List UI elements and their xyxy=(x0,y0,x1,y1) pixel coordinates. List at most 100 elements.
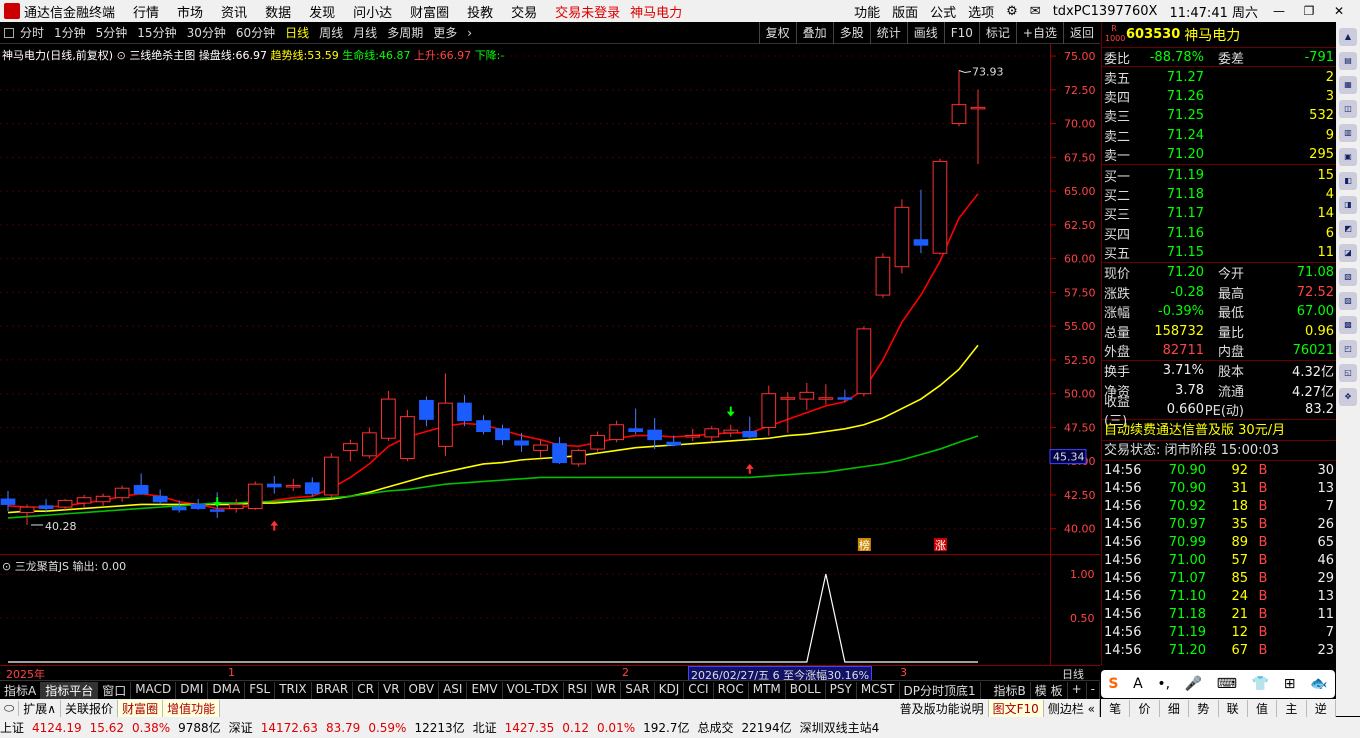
candle-body[interactable] xyxy=(856,328,872,395)
indicator-tab[interactable]: DMA xyxy=(208,681,246,699)
ime-voice-icon[interactable]: 🎤 xyxy=(1185,676,1202,692)
subtab-value[interactable]: 值 xyxy=(1248,699,1278,717)
period-daily[interactable]: 日线 xyxy=(285,24,309,41)
menu-item-formula[interactable]: 公式 xyxy=(930,2,956,21)
indicator-tab[interactable]: RSI xyxy=(564,681,593,699)
candle-body[interactable] xyxy=(647,429,663,441)
kline-chart-svg[interactable]: 75.00 72.50 70.00 67.50 65.00 62.50 60.00 57.50… xyxy=(0,44,1100,666)
message-icon[interactable]: ✉ xyxy=(1030,4,1041,19)
candle-body[interactable] xyxy=(381,398,396,439)
sidebar-tool-icon-5[interactable]: ▣ xyxy=(1339,148,1357,166)
subtab-price[interactable]: 价 xyxy=(1130,699,1160,717)
candle-body[interactable] xyxy=(913,239,929,246)
candle-body[interactable] xyxy=(323,456,339,496)
candle-body[interactable] xyxy=(19,506,35,514)
func-value-added[interactable]: 增值功能 xyxy=(163,699,221,717)
menu-item-education[interactable]: 投教 xyxy=(467,2,493,21)
candle-body[interactable] xyxy=(590,435,605,450)
candle-body[interactable] xyxy=(400,416,415,460)
indicator-tab[interactable]: SAR xyxy=(621,681,655,699)
indicator-tab[interactable]: 指标平台 xyxy=(41,681,99,699)
period-intraday[interactable]: 分时 xyxy=(20,24,44,41)
indicator-tab[interactable]: MACD xyxy=(131,681,177,699)
bid-row[interactable]: 买五 71.15 11 xyxy=(1102,243,1336,262)
candle-body[interactable] xyxy=(761,393,777,428)
menu-item-wealth-circle[interactable]: 财富圈 xyxy=(410,2,449,21)
candle-body[interactable] xyxy=(837,397,853,400)
bid-row[interactable]: 买四 71.16 6 xyxy=(1102,224,1336,243)
indicator-tab[interactable]: DP分时顶底1 xyxy=(900,681,981,699)
candle-body[interactable] xyxy=(438,402,453,447)
menu-item-trade[interactable]: 交易 xyxy=(511,2,537,21)
sidebar-tool-icon-6[interactable]: ◧ xyxy=(1339,172,1357,190)
candle-body[interactable] xyxy=(171,506,187,511)
ask-row[interactable]: 卖五 71.27 2 xyxy=(1102,67,1336,87)
bid-row[interactable]: 买三 71.17 14 xyxy=(1102,204,1336,223)
candle-body[interactable] xyxy=(0,498,16,505)
candle-body[interactable] xyxy=(970,106,986,110)
bid-row[interactable]: 买二 71.18 4 xyxy=(1102,185,1336,204)
candle-body[interactable] xyxy=(152,495,168,503)
indicator-tab[interactable]: MCST xyxy=(857,681,900,699)
period-weekly[interactable]: 周线 xyxy=(319,24,343,41)
period-monthly[interactable]: 月线 xyxy=(353,24,377,41)
tool-overlay[interactable]: 叠加 xyxy=(795,22,833,44)
subtab-main[interactable]: 主 xyxy=(1277,699,1307,717)
sidebar-tool-icon-14[interactable]: ◱ xyxy=(1339,364,1357,382)
tool-mark[interactable]: 标记 xyxy=(978,22,1016,44)
indicator-tab[interactable]: OBV xyxy=(405,681,440,699)
subtab-ticks[interactable]: 笔 xyxy=(1101,699,1131,717)
ask-row[interactable]: 卖一 71.20 295 xyxy=(1102,145,1336,164)
func-related-quote[interactable]: 关联报价 xyxy=(61,699,119,717)
toggle-switch-icon[interactable]: ⬭ xyxy=(0,700,20,716)
indicator-tab[interactable]: MTM xyxy=(749,681,786,699)
tool-f10[interactable]: F10 xyxy=(943,22,979,44)
indicator-tab[interactable]: 指标A xyxy=(0,681,42,699)
subscription-ad[interactable]: 自动续费通达信普及版 30元/月 xyxy=(1102,420,1336,442)
settings-icon[interactable]: ⚙ xyxy=(1006,4,1018,19)
subtab-reverse[interactable]: 逆 xyxy=(1307,699,1336,717)
menu-item-data[interactable]: 数据 xyxy=(265,2,291,21)
sidebar-tool-icon-12[interactable]: ▩ xyxy=(1339,316,1357,334)
candle-body[interactable] xyxy=(799,391,815,400)
ime-mascot-icon[interactable]: 🐟 xyxy=(1310,676,1327,692)
sidebar-tool-icon-1[interactable]: ▤ xyxy=(1339,52,1357,70)
ime-punct-icon[interactable]: •, xyxy=(1157,676,1170,692)
sidebar-tool-icon-13[interactable]: ◰ xyxy=(1339,340,1357,358)
subtab-related[interactable]: 联 xyxy=(1219,699,1248,717)
sub-indicator-name[interactable]: 三龙聚首JS xyxy=(15,560,69,573)
candle-body[interactable] xyxy=(76,497,92,504)
candle-body[interactable] xyxy=(247,483,263,509)
indicator-settings-icon[interactable]: ⊙ xyxy=(117,49,126,62)
candle-body[interactable] xyxy=(495,428,510,441)
sidebar-tool-icon-8[interactable]: ◩ xyxy=(1339,220,1357,238)
tick-list[interactable]: 14:56 70.90 92 B 30 14:56 70.90 31 B 13 14:56 70.92… xyxy=(1102,461,1336,659)
ime-lang-icon[interactable]: A xyxy=(1133,676,1143,692)
sidebar-tool-icon-9[interactable]: ◪ xyxy=(1339,244,1357,262)
candle-body[interactable] xyxy=(209,509,225,512)
indicator-name[interactable]: 三线绝杀主图 xyxy=(129,49,195,62)
candle-body[interactable] xyxy=(514,440,529,446)
candle-body[interactable] xyxy=(818,397,834,400)
ime-keyboard-icon[interactable]: ⌨ xyxy=(1217,676,1237,692)
indicator-tab[interactable]: CCI xyxy=(684,681,714,699)
candle-body[interactable] xyxy=(571,449,586,465)
tool-adjust[interactable]: 复权 xyxy=(758,22,796,44)
period-60min[interactable]: 60分钟 xyxy=(236,24,275,41)
indicator-tab[interactable]: FSL xyxy=(245,681,276,699)
indicator-tab[interactable]: VOL-TDX xyxy=(503,681,564,699)
restore-icon[interactable]: ❐ xyxy=(1300,4,1318,18)
ask-row[interactable]: 卖二 71.24 9 xyxy=(1102,126,1336,145)
sidebar-tool-icon-7[interactable]: ◨ xyxy=(1339,196,1357,214)
kline-chart[interactable]: 75.00 72.50 70.00 67.50 65.00 62.50 60.00 57.50… xyxy=(0,44,1100,666)
event-tag[interactable]: 涨 xyxy=(935,539,946,552)
indicator-tab[interactable]: TRIX xyxy=(275,681,312,699)
tab-indicator-b[interactable]: 指标B xyxy=(990,681,1031,699)
candle-body[interactable] xyxy=(266,483,282,488)
tool-back[interactable]: 返回 xyxy=(1062,22,1100,44)
candle-body[interactable] xyxy=(875,256,891,296)
bid-row[interactable]: 买一 71.19 15 xyxy=(1102,165,1336,185)
tab-template[interactable]: 模 板 xyxy=(1031,681,1068,699)
candle-body[interactable] xyxy=(533,444,548,451)
tool-draw[interactable]: 画线 xyxy=(906,22,944,44)
